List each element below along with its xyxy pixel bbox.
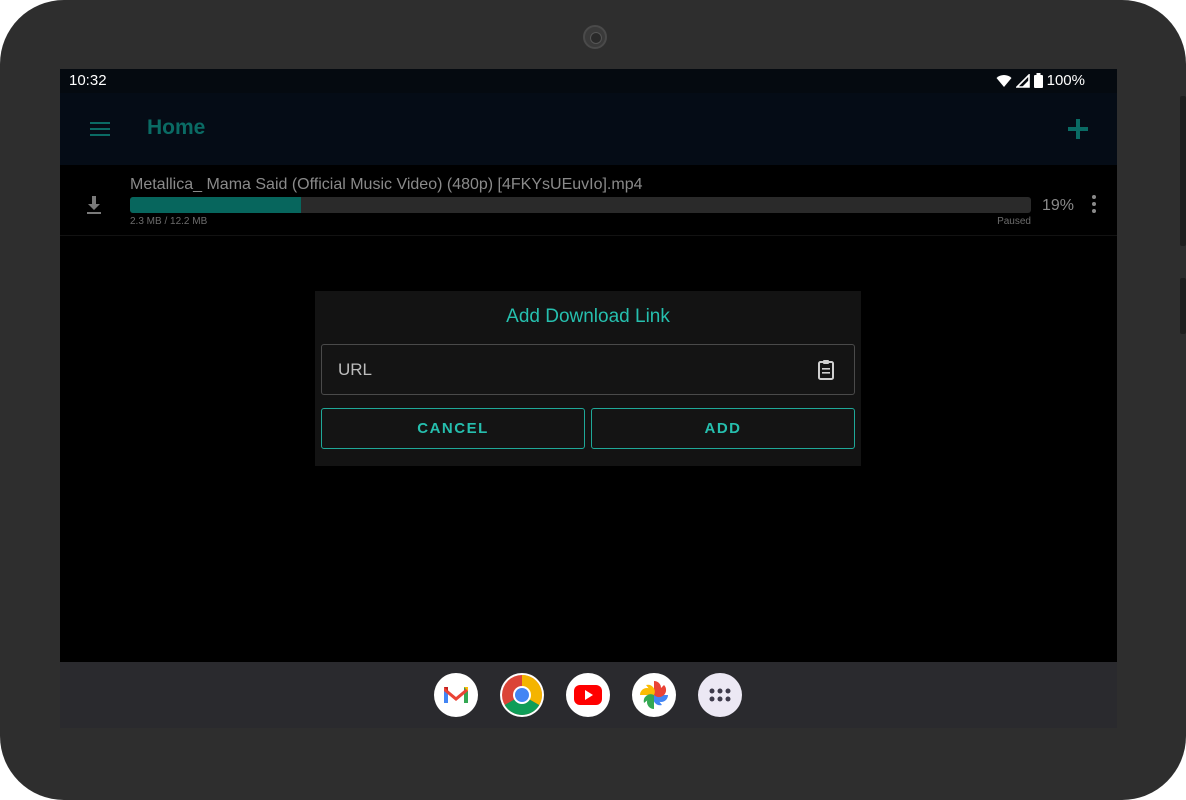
download-status: Paused — [997, 216, 1031, 227]
youtube-icon[interactable] — [566, 673, 610, 717]
dialog-title: Add Download Link — [506, 306, 670, 327]
add-button[interactable]: ADD — [591, 408, 855, 449]
download-file-name: Metallica_ Mama Said (Official Music Vid… — [130, 176, 643, 193]
gmail-icon[interactable] — [434, 673, 478, 717]
taskbar — [60, 662, 1117, 728]
app-drawer-icon[interactable] — [698, 673, 742, 717]
download-icon — [82, 193, 106, 217]
download-progress-bar — [130, 197, 1031, 213]
tablet-bezel: 10:32 100% Home Metallica_ Mama Said (Of… — [0, 0, 1186, 800]
battery-percent: 100% — [1046, 72, 1085, 89]
chrome-icon[interactable] — [500, 673, 544, 717]
cancel-button[interactable]: CANCEL — [321, 408, 585, 449]
hamburger-menu-icon[interactable] — [88, 117, 112, 141]
volume-button — [1180, 96, 1186, 246]
photos-icon[interactable] — [632, 673, 676, 717]
page-title: Home — [147, 116, 206, 139]
download-size: 2.3 MB / 12.2 MB — [130, 216, 208, 227]
url-input[interactable] — [322, 345, 802, 394]
battery-icon — [1033, 73, 1043, 88]
add-download-dialog: Add Download Link CANCEL ADD — [315, 291, 861, 466]
status-time: 10:32 — [69, 72, 107, 89]
download-percent: 19% — [1042, 197, 1075, 214]
download-progress-fill — [130, 197, 302, 213]
more-options-icon[interactable] — [1082, 192, 1106, 216]
wifi-icon — [996, 74, 1012, 87]
screen: 10:32 100% Home Metallica_ Mama Said (Of… — [60, 69, 1117, 728]
plus-icon[interactable] — [1066, 117, 1090, 141]
status-bar: 10:32 100% — [60, 69, 1117, 93]
download-list-item[interactable]: Metallica_ Mama Said (Official Music Vid… — [60, 165, 1117, 236]
clipboard-icon[interactable] — [814, 358, 838, 382]
power-button — [1180, 278, 1186, 334]
url-field[interactable] — [321, 344, 855, 395]
front-camera — [583, 25, 607, 49]
app-bar: Home — [60, 93, 1117, 165]
status-icons: 100% — [996, 72, 1085, 89]
cellular-signal-icon — [1015, 73, 1030, 88]
